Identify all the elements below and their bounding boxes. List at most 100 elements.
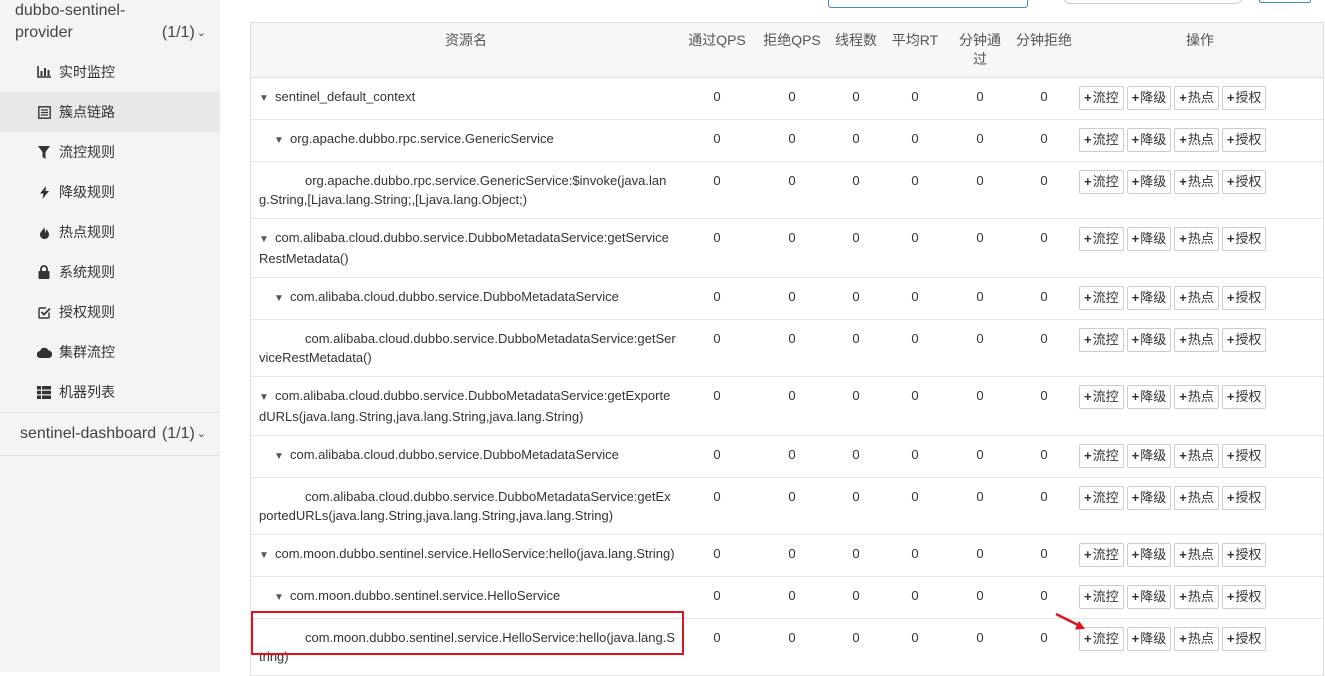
degrade-rule-button[interactable]: +降级: [1126, 86, 1172, 110]
caret-down-icon[interactable]: ▼: [259, 89, 271, 108]
caret-down-icon[interactable]: ▼: [274, 131, 286, 150]
auth-rule-button[interactable]: +授权: [1221, 543, 1267, 567]
degrade-rule-button[interactable]: +降级: [1126, 170, 1172, 194]
caret-down-icon[interactable]: ▼: [259, 230, 271, 249]
degrade-rule-button[interactable]: +降级: [1126, 286, 1172, 310]
cell-pass-qps: 0: [681, 618, 753, 676]
hot-rule-button[interactable]: +热点: [1174, 385, 1219, 409]
hot-rule-button[interactable]: +热点: [1174, 543, 1219, 567]
sidebar-item-machine-list[interactable]: 机器列表: [0, 372, 220, 412]
app-header-dubbo-sentinel-provider[interactable]: dubbo-sentinel- provider (1/1) ⌄: [0, 0, 220, 52]
search-input[interactable]: [828, 0, 1028, 8]
caret-down-icon[interactable]: ▼: [274, 289, 286, 308]
degrade-rule-button[interactable]: +降级: [1126, 444, 1172, 468]
flow-rule-button[interactable]: +流控: [1079, 328, 1124, 352]
flow-rule-button[interactable]: +流控: [1079, 227, 1124, 251]
degrade-rule-button[interactable]: +降级: [1126, 486, 1172, 510]
flow-rule-button[interactable]: +流控: [1079, 627, 1124, 651]
filter-icon: [36, 132, 52, 172]
plus-icon: +: [1226, 290, 1235, 305]
hot-rule-button[interactable]: +热点: [1174, 86, 1219, 110]
flow-rule-button[interactable]: +流控: [1079, 444, 1124, 468]
auth-rule-button[interactable]: +授权: [1221, 385, 1267, 409]
sidebar-item-resource-chain[interactable]: 簇点链路: [0, 92, 220, 132]
hot-rule-button[interactable]: +热点: [1174, 328, 1219, 352]
resource-name-wrap: ▼ com.moon.dubbo.sentinel.service.HelloSe…: [259, 586, 560, 607]
plus-icon: +: [1084, 389, 1092, 404]
hot-rule-button[interactable]: +热点: [1174, 585, 1219, 609]
hot-rule-button[interactable]: +热点: [1174, 170, 1219, 194]
auth-rule-button[interactable]: +授权: [1221, 328, 1267, 352]
degrade-rule-button[interactable]: +降级: [1126, 627, 1172, 651]
sidebar-item-hot-param-rules[interactable]: 热点规则: [0, 212, 220, 252]
sidebar-item-realtime-monitor[interactable]: 实时监控: [0, 52, 220, 92]
hot-rule-button[interactable]: +热点: [1174, 486, 1219, 510]
hot-rule-button[interactable]: +热点: [1174, 444, 1219, 468]
table-row: ▼ sentinel_default_context 0 0 0 0 0 0 +流控 +降级 +热点…: [251, 77, 1323, 120]
cell-block-qps: 0: [753, 376, 831, 436]
flow-rule-button[interactable]: +流控: [1079, 385, 1124, 409]
cell-minute-pass: 0: [949, 319, 1011, 377]
sidebar-item-auth-rules[interactable]: 授权规则: [0, 292, 220, 332]
degrade-rule-button[interactable]: +降级: [1126, 543, 1172, 567]
cell-threads: 0: [831, 119, 881, 162]
degrade-rule-button[interactable]: +降级: [1126, 227, 1172, 251]
cell-minute-pass: 0: [949, 618, 1011, 676]
flow-rule-button[interactable]: +流控: [1079, 543, 1124, 567]
flow-rule-button[interactable]: +流控: [1079, 286, 1124, 310]
button-label: 授权: [1235, 290, 1262, 305]
flow-rule-button[interactable]: +流控: [1079, 86, 1124, 110]
auth-rule-button[interactable]: +授权: [1221, 227, 1267, 251]
auth-rule-button[interactable]: +授权: [1221, 86, 1267, 110]
cell-block-qps: 0: [753, 277, 831, 320]
button-label: 授权: [1235, 631, 1262, 646]
cell-minute-pass: 0: [949, 77, 1011, 120]
cell-avg-rt: 0: [881, 161, 949, 219]
hot-rule-button[interactable]: +热点: [1174, 627, 1219, 651]
auth-rule-button[interactable]: +授权: [1221, 627, 1267, 651]
resource-name-cell: ▼ com.alibaba.cloud.dubbo.service.DubboMe…: [251, 218, 681, 278]
degrade-rule-button[interactable]: +降级: [1126, 585, 1172, 609]
cell-minute-block: 0: [1011, 435, 1077, 478]
flow-rule-button[interactable]: +流控: [1079, 486, 1124, 510]
button-label: 流控: [1092, 448, 1119, 463]
auth-rule-button[interactable]: +授权: [1221, 170, 1267, 194]
flow-rule-button[interactable]: +流控: [1079, 170, 1124, 194]
hot-rule-button[interactable]: +热点: [1174, 286, 1219, 310]
sidebar-item-degrade-rules[interactable]: 降级规则: [0, 172, 220, 212]
degrade-rule-button[interactable]: +降级: [1126, 128, 1172, 152]
degrade-rule-button[interactable]: +降级: [1126, 328, 1172, 352]
search-button[interactable]: [1259, 0, 1311, 3]
app-header-sentinel-dashboard[interactable]: sentinel-dashboard (1/1) ⌄: [0, 413, 220, 455]
button-label: 流控: [1092, 290, 1119, 305]
sidebar-item-flow-rules[interactable]: 流控规则: [0, 132, 220, 172]
cell-minute-block: 0: [1011, 277, 1077, 320]
auth-rule-button[interactable]: +授权: [1221, 128, 1267, 152]
table-row: com.moon.dubbo.sentinel.service.HelloSer…: [251, 618, 1323, 676]
hot-rule-button[interactable]: +热点: [1174, 227, 1219, 251]
auth-rule-button[interactable]: +授权: [1221, 286, 1267, 310]
sidebar-item-cluster-flow[interactable]: 集群流控: [0, 332, 220, 372]
cell-block-qps: 0: [753, 576, 831, 619]
col-header-ops: 操作: [1077, 23, 1323, 78]
sidebar-item-system-rules[interactable]: 系统规则: [0, 252, 220, 292]
caret-down-icon[interactable]: ▼: [259, 388, 271, 407]
cell-block-qps: 0: [753, 218, 831, 278]
auth-rule-button[interactable]: +授权: [1221, 585, 1267, 609]
cell-avg-rt: 0: [881, 77, 949, 120]
hot-rule-button[interactable]: +热点: [1174, 128, 1219, 152]
auth-rule-button[interactable]: +授权: [1221, 486, 1267, 510]
flow-rule-button[interactable]: +流控: [1079, 128, 1124, 152]
caret-down-icon[interactable]: ▼: [259, 546, 271, 565]
cell-threads: 0: [831, 218, 881, 278]
flow-rule-button[interactable]: +流控: [1079, 585, 1124, 609]
caret-down-icon[interactable]: ▼: [274, 588, 286, 607]
auth-rule-button[interactable]: +授权: [1221, 444, 1267, 468]
resource-name-cell: com.alibaba.cloud.dubbo.service.DubboMet…: [251, 477, 681, 535]
filter-input[interactable]: [1062, 0, 1244, 4]
button-label: 流控: [1092, 589, 1119, 604]
cell-threads: 0: [831, 534, 881, 577]
degrade-rule-button[interactable]: +降级: [1126, 385, 1172, 409]
caret-down-icon[interactable]: ▼: [274, 447, 286, 466]
table-row: ▼ com.alibaba.cloud.dubbo.service.DubboMe…: [251, 277, 1323, 320]
